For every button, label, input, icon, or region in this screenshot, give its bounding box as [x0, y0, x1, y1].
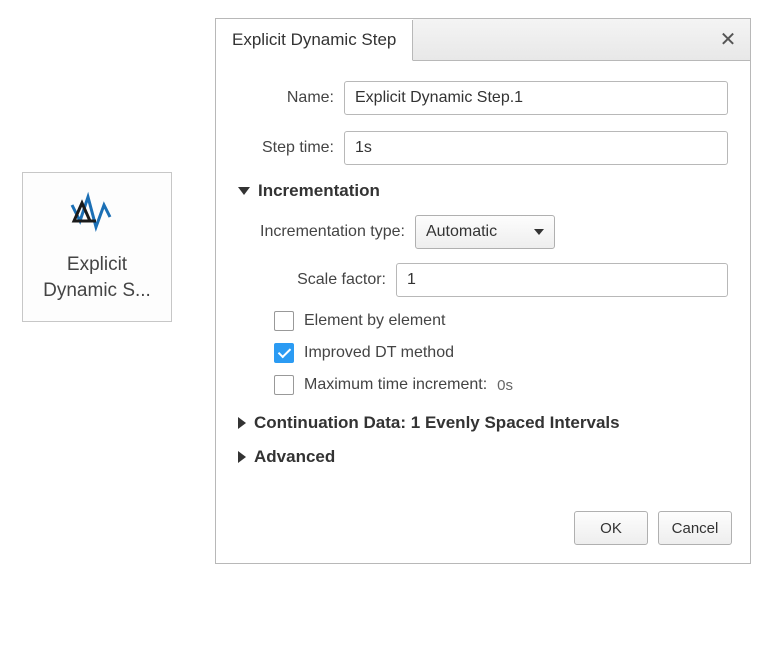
scale-factor-label: Scale factor:: [260, 271, 386, 289]
element-by-element-label: Element by element: [304, 312, 445, 330]
cancel-button[interactable]: Cancel: [658, 511, 732, 545]
max-time-increment-value: 0s: [497, 377, 513, 394]
step-time-input[interactable]: [344, 131, 728, 165]
ok-button-label: OK: [600, 520, 622, 537]
incrementation-header-label: Incrementation: [258, 181, 380, 201]
element-by-element-checkbox[interactable]: [274, 311, 294, 331]
close-button[interactable]: ✕: [706, 19, 750, 60]
incrementation-type-dropdown[interactable]: Automatic: [415, 215, 555, 249]
scale-factor-input[interactable]: [396, 263, 728, 297]
dialog-body: Name: Step time: Incrementation Incremen…: [216, 61, 750, 497]
name-input[interactable]: [344, 81, 728, 115]
explicit-dynamic-step-icon: [66, 191, 128, 240]
chevron-down-icon: [534, 229, 544, 235]
name-label: Name:: [238, 89, 334, 107]
advanced-section-header[interactable]: Advanced: [238, 447, 728, 467]
chevron-right-icon: [238, 417, 246, 429]
step-time-label: Step time:: [238, 139, 334, 157]
dialog-header: Explicit Dynamic Step ✕: [216, 19, 750, 61]
continuation-data-section-header[interactable]: Continuation Data: 1 Evenly Spaced Inter…: [238, 413, 728, 433]
close-icon: ✕: [720, 27, 737, 52]
dialog-tab[interactable]: Explicit Dynamic Step: [216, 20, 413, 61]
explicit-dynamic-step-tool-button[interactable]: Explicit Dynamic S...: [22, 172, 172, 322]
dialog-footer: OK Cancel: [216, 497, 750, 563]
incrementation-type-label: Incrementation type:: [260, 223, 405, 241]
chevron-down-icon: [238, 187, 250, 195]
max-time-increment-checkbox[interactable]: [274, 375, 294, 395]
tab-filler: [413, 19, 706, 60]
cancel-button-label: Cancel: [672, 520, 719, 537]
incrementation-type-value: Automatic: [426, 223, 497, 241]
chevron-right-icon: [238, 451, 246, 463]
explicit-dynamic-step-dialog: Explicit Dynamic Step ✕ Name: Step time:…: [215, 18, 751, 564]
tool-button-label: Explicit Dynamic S...: [43, 252, 151, 303]
dialog-tab-label: Explicit Dynamic Step: [232, 30, 396, 50]
improved-dt-label: Improved DT method: [304, 344, 454, 362]
max-time-increment-label: Maximum time increment:: [304, 376, 487, 394]
improved-dt-checkbox[interactable]: [274, 343, 294, 363]
advanced-header-label: Advanced: [254, 447, 335, 467]
continuation-data-header-label: Continuation Data: 1 Evenly Spaced Inter…: [254, 413, 620, 433]
ok-button[interactable]: OK: [574, 511, 648, 545]
incrementation-section-header[interactable]: Incrementation: [238, 181, 728, 201]
